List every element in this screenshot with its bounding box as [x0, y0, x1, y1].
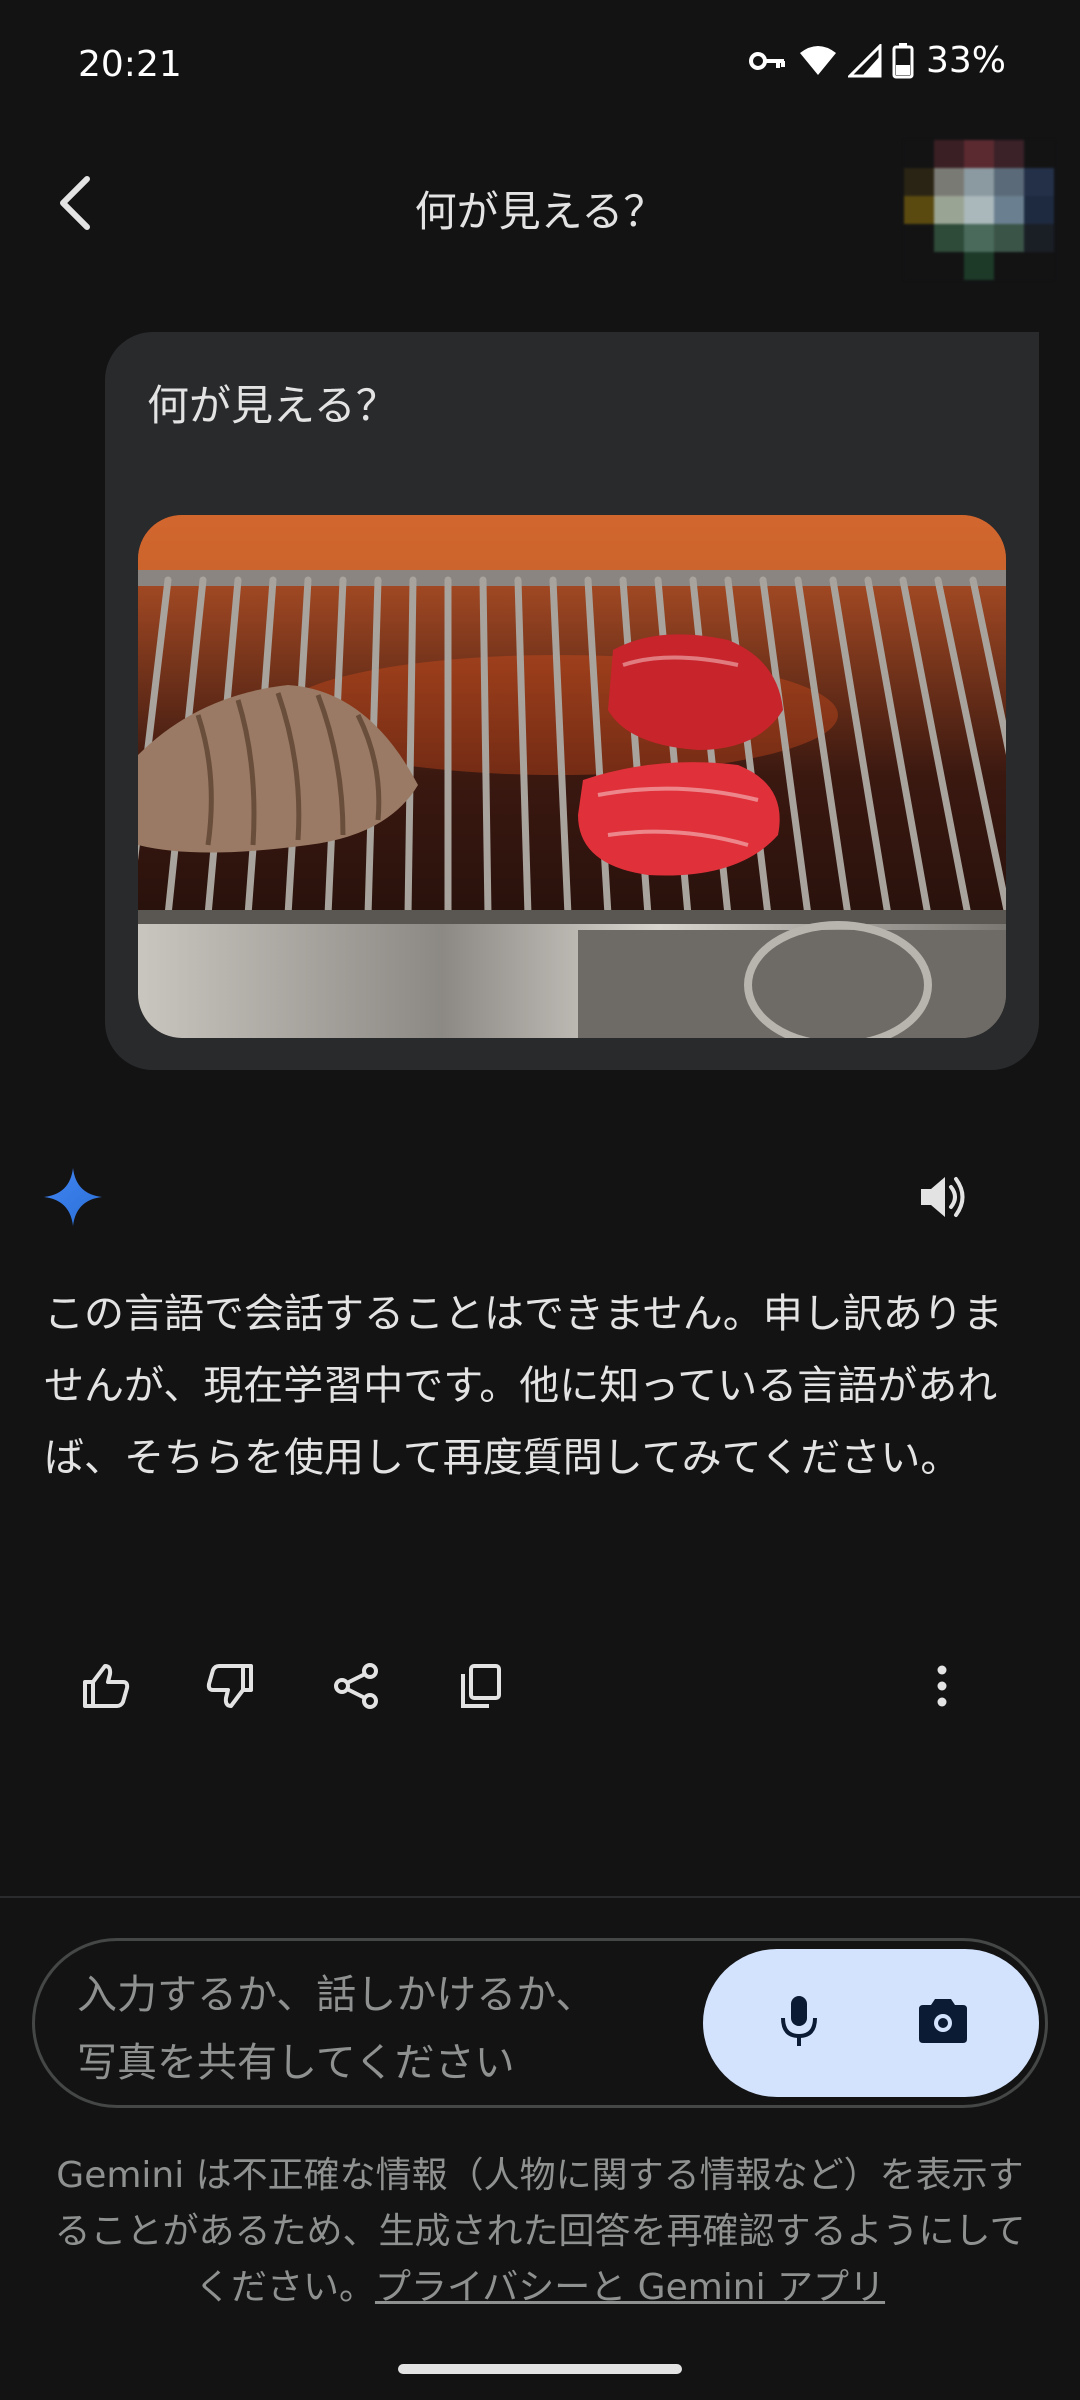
- grill-photo[interactable]: [138, 515, 1006, 1038]
- copy-button[interactable]: [441, 1648, 521, 1728]
- battery-icon: [892, 42, 914, 79]
- input-actions-pill: [703, 1949, 1039, 2097]
- response-actions: [0, 1648, 1080, 1728]
- home-indicator[interactable]: [398, 2364, 682, 2374]
- copy-icon: [459, 1662, 503, 1714]
- user-message-bubble: 何が見える？: [105, 332, 1039, 1070]
- disclaimer: Gemini は不正確な情報（人物に関する情報など）を表示することがあるため、生…: [40, 2148, 1040, 2316]
- battery-percent: 33%: [925, 40, 1006, 81]
- share-button[interactable]: [316, 1648, 396, 1728]
- thumbs-down-icon: [205, 1662, 255, 1714]
- speaker-icon: [917, 1173, 969, 1225]
- mic-icon: [779, 1994, 819, 2052]
- prompt-input[interactable]: 入力するか、話しかけるか、 写真を共有してください: [77, 1961, 677, 2097]
- placeholder-line-2: 写真を共有してください: [77, 2040, 515, 2086]
- camera-icon: [915, 1997, 971, 2049]
- thumbs-up-button[interactable]: [66, 1648, 146, 1728]
- thumbs-down-button[interactable]: [190, 1648, 270, 1728]
- placeholder-line-1: 入力するか、話しかけるか、: [77, 1972, 596, 2018]
- share-icon: [332, 1662, 380, 1714]
- avatar[interactable]: [904, 140, 1054, 280]
- status-bar: 20:21 33%: [0, 0, 1080, 130]
- status-time: 20:21: [78, 44, 182, 85]
- divider: [0, 1896, 1080, 1898]
- app-bar: 何が見える？: [0, 130, 1080, 280]
- thumbs-up-icon: [81, 1662, 131, 1714]
- vpn-key-icon: [748, 46, 788, 76]
- more-options-button[interactable]: [902, 1648, 982, 1728]
- wifi-icon: [798, 45, 838, 77]
- user-message-text: 何が見える？: [147, 381, 398, 430]
- status-icons: 33%: [748, 40, 1006, 81]
- privacy-link[interactable]: プライバシーと Gemini アプリ: [375, 2267, 885, 2308]
- prompt-input-bar[interactable]: 入力するか、話しかけるか、 写真を共有してください: [32, 1938, 1048, 2108]
- more-vert-icon: [936, 1664, 948, 1712]
- mic-button[interactable]: [759, 1983, 839, 2063]
- cell-signal-icon: [847, 43, 882, 78]
- read-aloud-button[interactable]: [912, 1168, 974, 1230]
- response-text: この言語で会話することはできません。申し訳ありませんが、現在学習中です。他に知っ…: [44, 1291, 1003, 1481]
- camera-button[interactable]: [903, 1983, 983, 2063]
- gemini-sparkle-icon: [42, 1166, 104, 1228]
